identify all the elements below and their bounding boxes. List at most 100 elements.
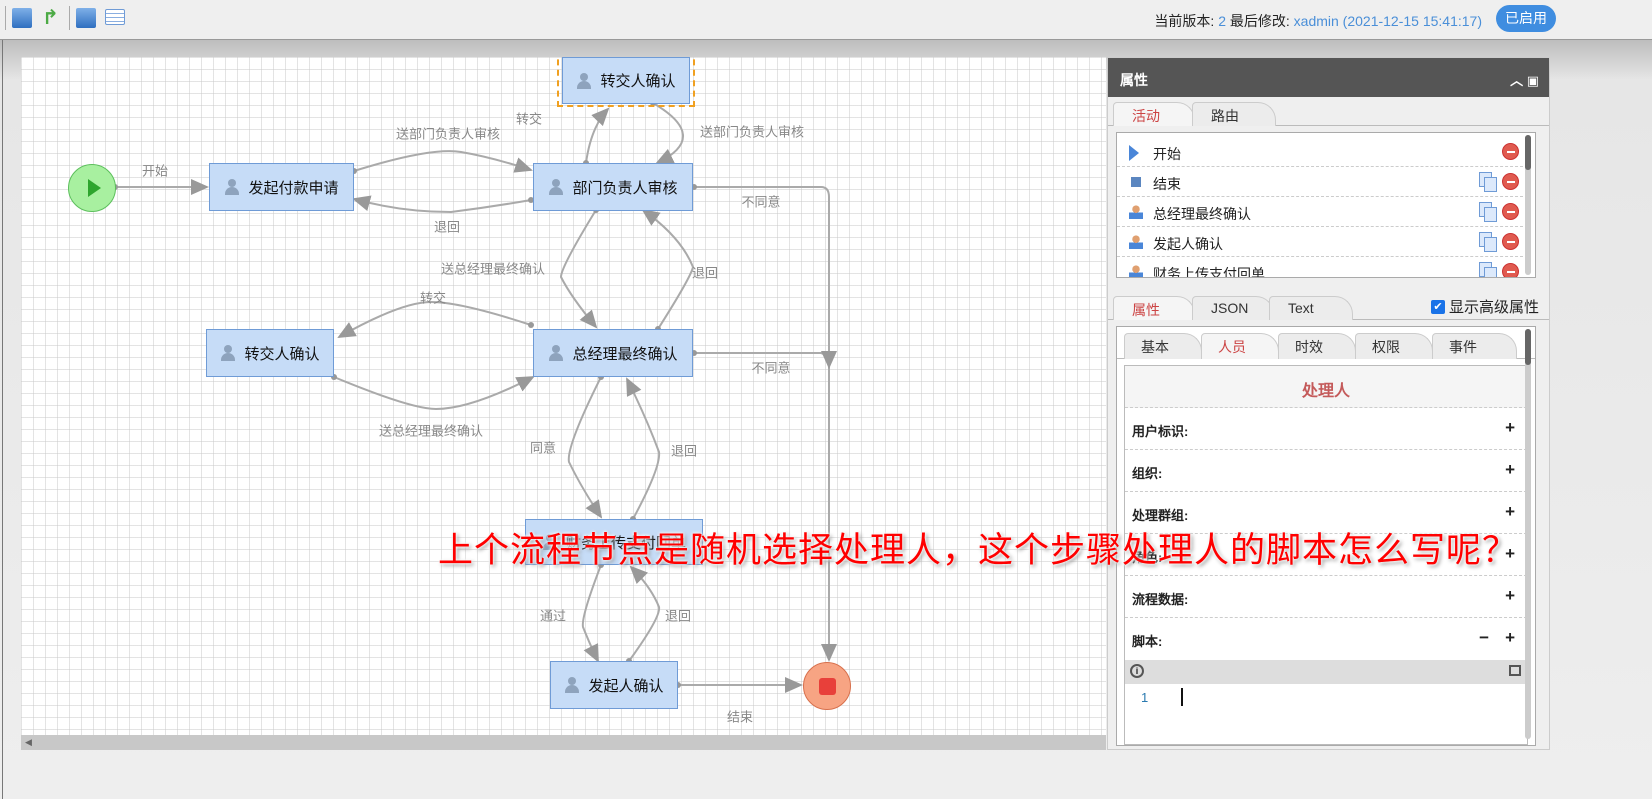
maximize-editor-icon[interactable]: [1509, 665, 1521, 676]
edge-label: 送总经理最终确认: [378, 423, 484, 439]
field-label: 组织:: [1132, 466, 1163, 481]
delete-icon[interactable]: [1502, 173, 1519, 190]
node-label: 转交人确认: [244, 345, 320, 363]
handler-title: 处理人: [1125, 366, 1527, 408]
edge-back3: [626, 377, 661, 520]
edge-transfer1: [585, 107, 610, 164]
add-icon[interactable]: +: [1505, 460, 1515, 480]
tab-timing[interactable]: 时效: [1278, 333, 1356, 359]
edge-label: 退回: [433, 219, 461, 235]
node-gm-confirm[interactable]: 总经理最终确认: [533, 329, 693, 377]
delete-icon[interactable]: [1502, 233, 1519, 250]
publish-branch-icon[interactable]: ↱: [42, 8, 62, 28]
field-label: 处理群组:: [1132, 508, 1189, 523]
save-as-icon[interactable]: [76, 8, 96, 28]
info-icon[interactable]: i: [1130, 664, 1144, 678]
show-advanced-label: 显示高级属性: [1448, 299, 1539, 316]
divider: [2, 40, 3, 799]
node-transfer-top[interactable]: 转交人确认: [562, 57, 690, 104]
edge-label: 送部门负责人审核: [395, 126, 501, 142]
delete-icon[interactable]: [1502, 203, 1519, 220]
text-cursor: [1181, 688, 1183, 706]
scroll-left-icon[interactable]: ◀: [25, 737, 32, 748]
edge-label: 不同意: [741, 194, 781, 210]
edge-send-dept2: [652, 102, 684, 164]
maximize-icon[interactable]: ▣: [1527, 73, 1539, 88]
activity-label: 开始: [1153, 146, 1181, 162]
diagram-canvas[interactable]: 发起付款申请 转交人确认 部门负责人审核 转交人确认 总经理最终确认 财务上传支…: [21, 57, 1106, 735]
node-apply[interactable]: 发起付款申请: [209, 163, 354, 211]
edge-send-dept: [353, 150, 533, 173]
activity-list-scrollbar[interactable]: [1525, 135, 1531, 275]
delete-icon[interactable]: [1502, 143, 1519, 160]
overlay-caption: 上个流程节点是随机选择处理人，这个步骤处理人的脚本怎么写呢？: [438, 531, 1519, 571]
panel-controls: ︿ ▣: [1510, 70, 1539, 89]
tab-text[interactable]: Text: [1269, 296, 1353, 320]
users-icon: [220, 345, 238, 361]
activity-label: 结束: [1153, 176, 1181, 192]
list-item[interactable]: 开始: [1117, 137, 1523, 167]
end-event[interactable]: [803, 662, 851, 710]
tab-activity[interactable]: 活动: [1113, 102, 1195, 126]
node-label: 发起人确认: [588, 677, 664, 695]
script-editor[interactable]: 1: [1125, 684, 1527, 734]
field-label: 脚本:: [1132, 634, 1163, 649]
tab-json[interactable]: JSON: [1192, 296, 1274, 320]
status-button[interactable]: 已启用: [1496, 5, 1556, 32]
modified-value: xadmin (2021-12-15 15:41:17): [1293, 13, 1482, 29]
list-item[interactable]: 结束: [1117, 167, 1523, 197]
add-icon[interactable]: +: [1505, 628, 1515, 648]
save-icon[interactable]: [12, 8, 32, 28]
delete-icon[interactable]: [1502, 263, 1519, 277]
add-icon[interactable]: +: [1505, 502, 1515, 522]
activity-tabs: 活动 路由: [1108, 100, 1549, 126]
node-initiator-confirm[interactable]: 发起人确认: [550, 661, 678, 709]
edge-back2: [641, 208, 695, 330]
list-item[interactable]: 财务上传支付回单: [1117, 257, 1523, 277]
list-item[interactable]: 发起人确认: [1117, 227, 1523, 257]
show-advanced-checkbox[interactable]: ✔ 显示高级属性: [1430, 296, 1539, 317]
tab-route[interactable]: 路由: [1192, 102, 1276, 126]
node-label: 部门负责人审核: [572, 179, 678, 197]
user-icon: [1129, 235, 1143, 249]
toolbar-separator: [69, 6, 70, 30]
edge-pass: [581, 564, 602, 663]
tab-events[interactable]: 事件: [1432, 333, 1517, 359]
list-item[interactable]: 总经理最终确认: [1117, 197, 1523, 227]
activity-list: 开始 结束 总经理最终确认 发起人确认 财务上传支付回单: [1116, 132, 1536, 278]
edge-send-gm2: [333, 376, 535, 411]
edge-label: 转交: [515, 111, 543, 127]
properties-scrollbar[interactable]: [1525, 329, 1531, 739]
edge-label: 转交: [419, 290, 447, 306]
edge-label: 退回: [691, 265, 719, 281]
add-icon[interactable]: +: [1505, 586, 1515, 606]
start-event[interactable]: [68, 164, 116, 212]
list-view-icon[interactable]: [105, 9, 125, 25]
copy-icon[interactable]: [1479, 262, 1497, 277]
editor-toolbar: i: [1125, 660, 1527, 684]
tab-personnel[interactable]: 人员: [1201, 333, 1279, 359]
modified-label: 最后修改:: [1229, 13, 1290, 29]
edge-label: 不同意: [751, 360, 791, 376]
users-icon: [548, 179, 566, 195]
copy-icon[interactable]: [1479, 172, 1497, 192]
remove-icon[interactable]: −: [1479, 628, 1489, 648]
copy-icon[interactable]: [1479, 202, 1497, 222]
edge-back1: [352, 195, 532, 214]
edge-label: 退回: [670, 443, 698, 459]
collapse-icon[interactable]: ︿: [1510, 73, 1523, 88]
edge-label: 退回: [664, 608, 692, 624]
horizontal-scrollbar[interactable]: ◀: [21, 735, 1106, 750]
activity-label: 发起人确认: [1153, 236, 1223, 252]
node-label: 总经理最终确认: [572, 345, 678, 363]
copy-icon[interactable]: [1479, 232, 1497, 252]
stop-icon: [818, 677, 836, 695]
tab-properties[interactable]: 属性: [1113, 296, 1195, 320]
start-triangle-icon: [1129, 145, 1139, 161]
add-icon[interactable]: +: [1505, 418, 1515, 438]
checkbox-checked-icon[interactable]: ✔: [1430, 299, 1445, 314]
tab-permissions[interactable]: 权限: [1355, 333, 1433, 359]
node-dept-review[interactable]: 部门负责人审核: [533, 163, 693, 211]
node-transfer-left[interactable]: 转交人确认: [206, 329, 334, 377]
tab-basic[interactable]: 基本: [1124, 333, 1202, 359]
